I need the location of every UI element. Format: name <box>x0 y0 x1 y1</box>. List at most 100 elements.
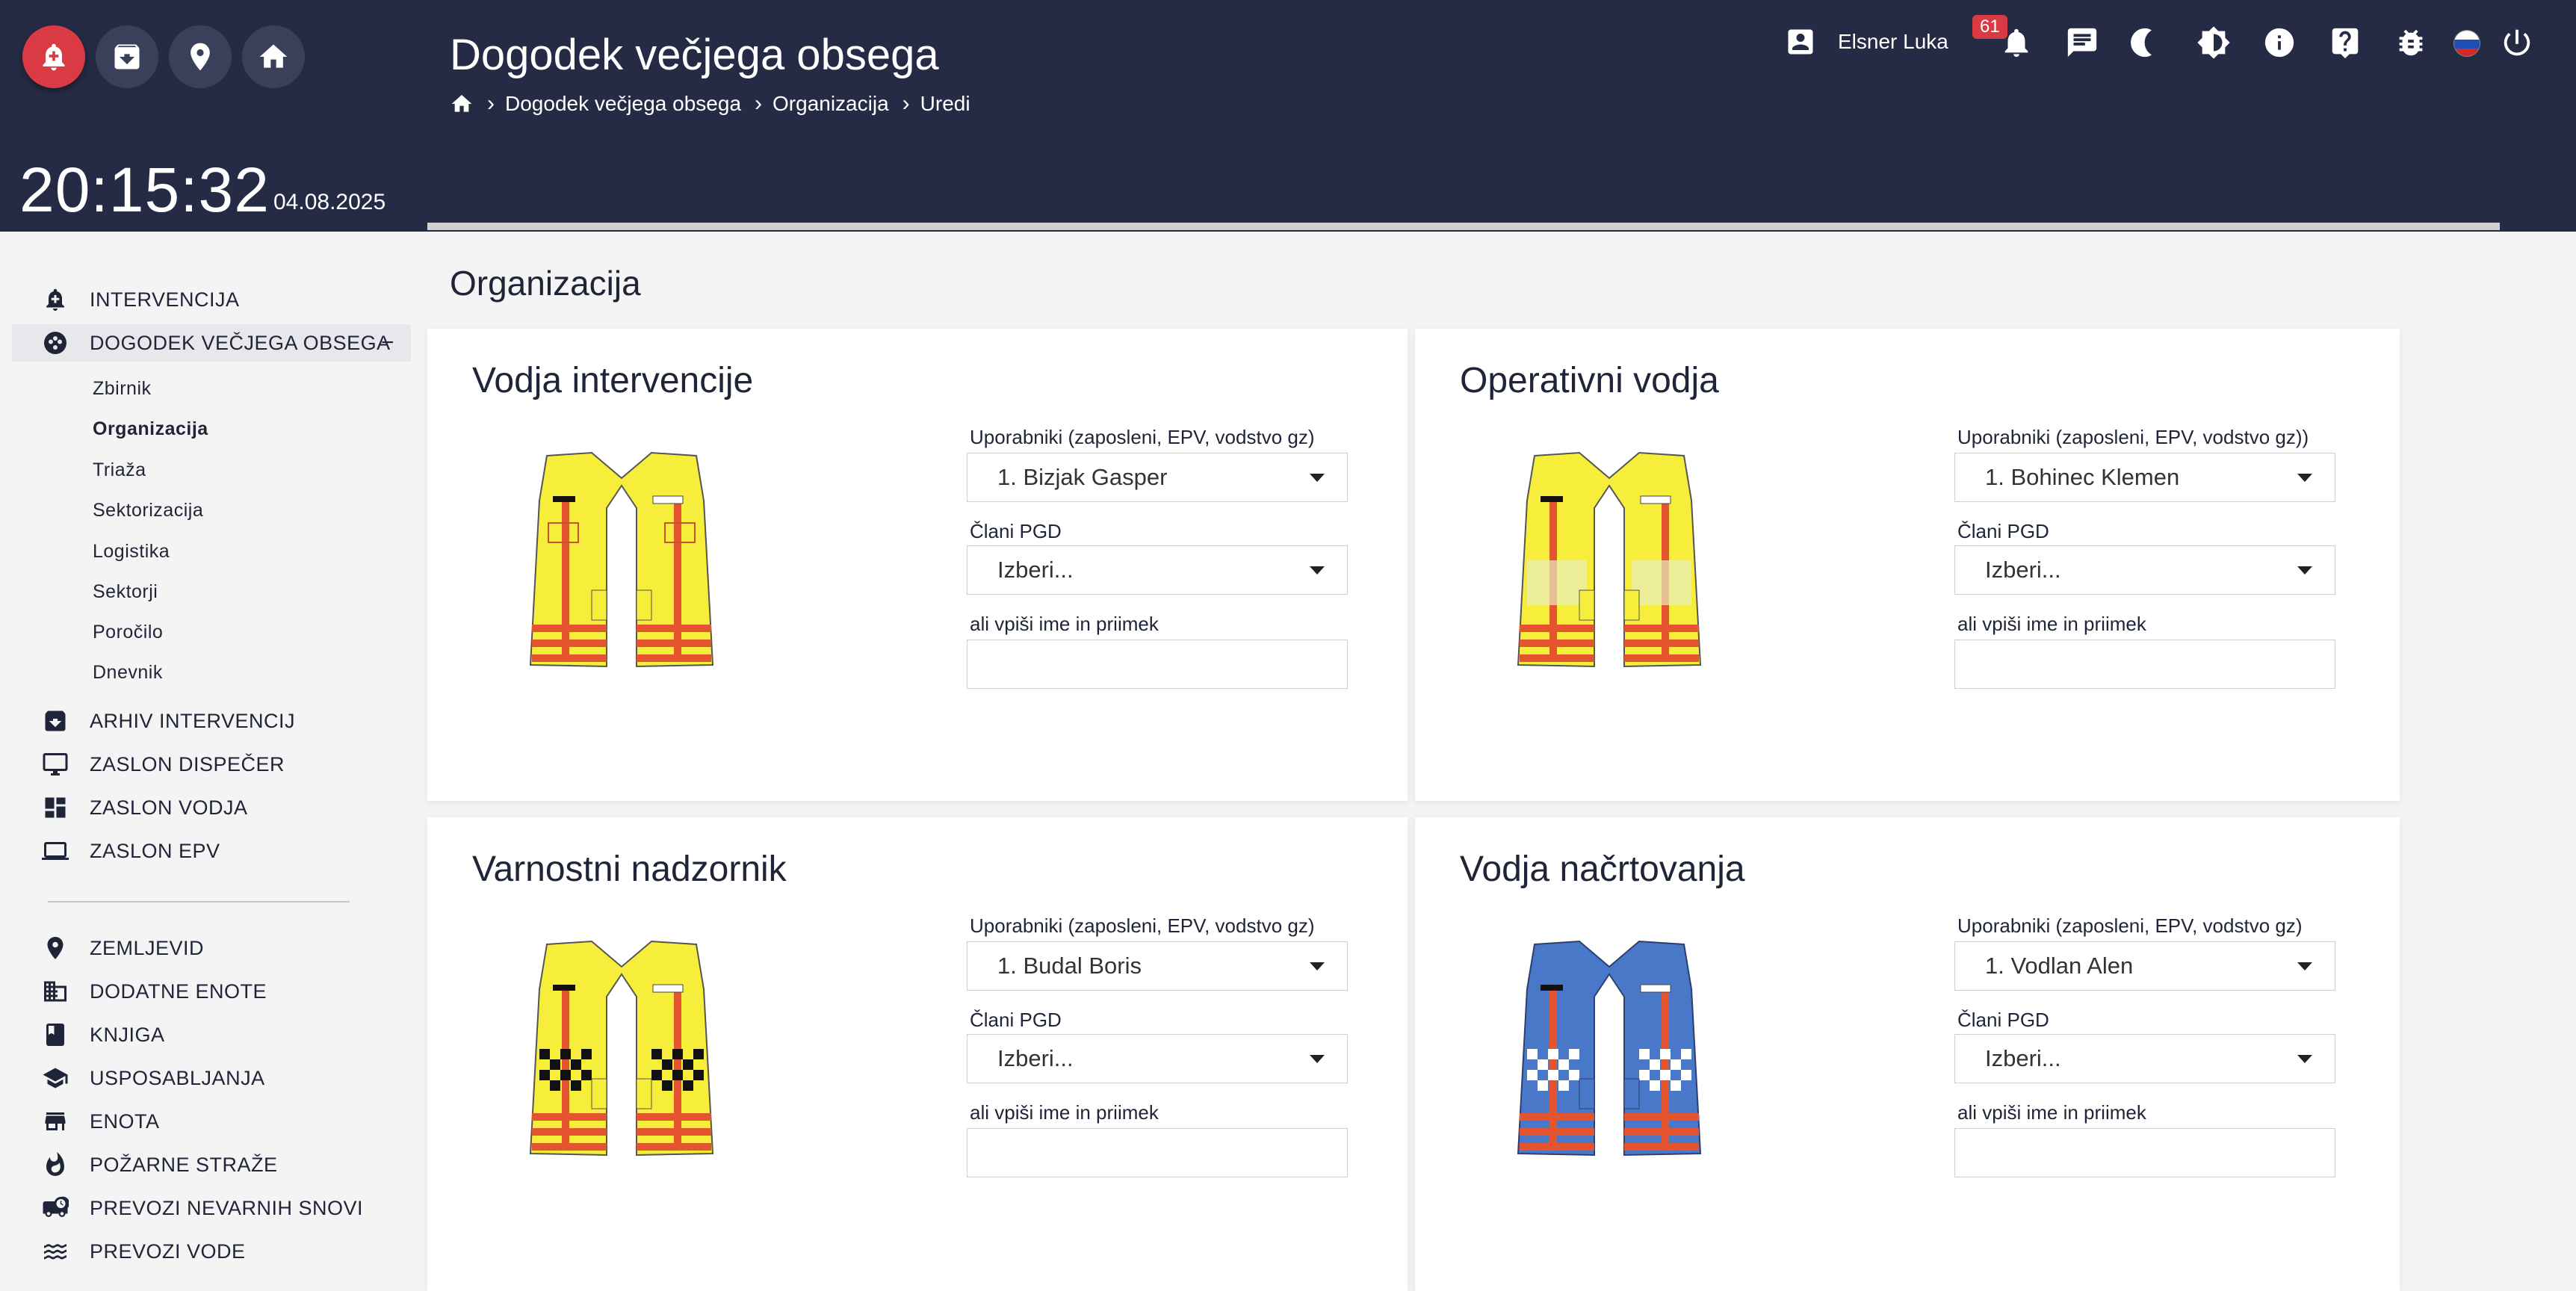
sidebar-item-label: ZEMLJEVID <box>90 936 205 959</box>
sidebar-subitem-triaza[interactable]: Triaža <box>93 459 146 481</box>
users-select[interactable]: 1. Bizjak Gasper <box>967 453 1348 502</box>
user-profile[interactable]: Elsner Luka <box>1784 25 1948 58</box>
logout-button[interactable] <box>2500 25 2534 60</box>
bug-report-button[interactable] <box>2394 25 2428 60</box>
pgd-select-value: Izberi... <box>997 1045 1074 1071</box>
breadcrumb-separator: › <box>487 91 495 116</box>
sidebar-subitem-zbirnik[interactable]: Zbirnik <box>93 378 152 400</box>
vest-image <box>529 451 714 668</box>
sidebar-item-label: KNJIGA <box>90 1023 165 1046</box>
sidebar-subitem-organizacija[interactable]: Organizacija <box>93 418 208 440</box>
sidebar-item-zaslon-vodja[interactable]: ZASLON VODJA <box>42 789 248 826</box>
sidebar-item-arhiv[interactable]: ARHIV INTERVENCIJ <box>42 702 295 740</box>
sidebar-subitem-sektorji[interactable]: Sektorji <box>93 581 158 603</box>
sidebar-item-enota[interactable]: ENOTA <box>42 1103 160 1140</box>
alarm-add-icon <box>43 43 65 71</box>
brightness-button[interactable] <box>2196 25 2231 60</box>
name-label: ali vpiši ime in priimek <box>1957 613 2146 635</box>
sidebar-item-zaslon-epv[interactable]: ZASLON EPV <box>42 832 220 870</box>
notification-badge: 61 <box>1972 15 2007 39</box>
sidebar-item-label: DOGODEK VEČJEGA OBSEGA <box>90 331 391 354</box>
collapse-icon[interactable]: − <box>381 330 394 356</box>
new-intervention-button[interactable] <box>22 25 85 88</box>
users-select-value: 1. Bohinec Klemen <box>1985 464 2180 490</box>
breadcrumb-item[interactable]: Organizacija <box>773 92 889 116</box>
role-card-vodja-nacrtovanja: Vodja načrtovanja Uporabniki (zaposleni,… <box>1415 817 2400 1291</box>
laptop-icon <box>42 842 69 860</box>
pgd-label: Člani PGD <box>970 520 1062 542</box>
users-select-value: 1. Vodlan Alen <box>1985 953 2134 979</box>
chat-button[interactable] <box>2065 25 2099 60</box>
sidebar-item-dodatne-enote[interactable]: DODATNE ENOTE <box>42 973 267 1010</box>
sidebar-item-pozarne-straze[interactable]: POŽARNE STRAŽE <box>42 1146 278 1183</box>
breadcrumb-item[interactable]: Dogodek večjega obsega <box>505 92 741 116</box>
breadcrumb-separator: › <box>902 91 910 116</box>
pgd-select[interactable]: Izberi... <box>1954 1034 2335 1083</box>
sidebar-item-label: DODATNE ENOTE <box>90 979 267 1003</box>
pgd-label: Člani PGD <box>1957 1009 2049 1031</box>
info-icon <box>2264 28 2294 58</box>
name-input[interactable] <box>967 640 1348 689</box>
users-label: Uporabniki (zaposleni, EPV, vodstvo gz) <box>970 426 1315 448</box>
users-select[interactable]: 1. Budal Boris <box>967 941 1348 991</box>
users-select[interactable]: 1. Vodlan Alen <box>1954 941 2335 991</box>
name-input[interactable] <box>1954 640 2335 689</box>
truck-icon <box>43 1196 69 1217</box>
map-button[interactable] <box>169 25 232 88</box>
caret-down-icon <box>1310 962 1325 970</box>
sidebar-item-label: USPOSABLJANJA <box>90 1066 265 1089</box>
home-button[interactable] <box>242 25 305 88</box>
monitor-icon <box>43 753 68 775</box>
pgd-select[interactable]: Izberi... <box>967 545 1348 595</box>
sidebar-item-prevozi-nevarnih[interactable]: PREVOZI NEVARNIH SNOVI <box>42 1189 363 1227</box>
card-title: Vodja načrtovanja <box>1460 849 1745 889</box>
sidebar-item-label: INTERVENCIJA <box>90 288 240 311</box>
name-label: ali vpiši ime in priimek <box>970 1101 1159 1124</box>
help-button[interactable] <box>2328 25 2362 60</box>
vest-image <box>529 940 714 1157</box>
users-label: Uporabniki (zaposleni, EPV, vodstvo gz) <box>1957 914 2303 937</box>
slovenia-flag-icon[interactable] <box>2453 30 2480 57</box>
user-name: Elsner Luka <box>1838 30 1948 53</box>
pgd-select-value: Izberi... <box>997 557 1074 583</box>
power-icon <box>2504 29 2530 56</box>
sidebar-item-zemljevid[interactable]: ZEMLJEVID <box>42 929 204 967</box>
vest-image <box>1517 940 1702 1157</box>
archive-button[interactable] <box>96 25 158 88</box>
caret-down-icon <box>2297 962 2312 970</box>
moon-icon <box>2131 28 2152 58</box>
name-input[interactable] <box>1954 1128 2335 1177</box>
sidebar-subitem-dnevnik[interactable]: Dnevnik <box>93 662 163 684</box>
pgd-select[interactable]: Izberi... <box>967 1034 1348 1083</box>
sidebar-item-usposabljanja[interactable]: USPOSABLJANJA <box>42 1059 265 1097</box>
dark-mode-button[interactable] <box>2131 25 2165 60</box>
clock: 20:15:32 <box>19 155 270 225</box>
map-pin-icon <box>191 43 210 71</box>
help-icon <box>2332 28 2359 59</box>
users-select-value: 1. Bizjak Gasper <box>997 464 1168 490</box>
sidebar-item-intervencija[interactable]: INTERVENCIJA <box>42 281 240 318</box>
sidebar-item-zaslon-dispecer[interactable]: ZASLON DISPEČER <box>42 746 285 783</box>
sidebar-subitem-logistika[interactable]: Logistika <box>93 541 170 563</box>
users-select[interactable]: 1. Bohinec Klemen <box>1954 453 2335 502</box>
sidebar-subitem-porocilo[interactable]: Poročilo <box>93 622 163 643</box>
users-label: Uporabniki (zaposleni, EPV, vodstvo gz) <box>970 914 1315 937</box>
role-card-operativni-vodja: Operativni vodja Uporabniki (zaposleni, … <box>1415 329 2400 801</box>
caret-down-icon <box>2297 1055 2312 1063</box>
sidebar: INTERVENCIJA DOGODEK VEČJEGA OBSEGA − Zb… <box>0 232 418 1291</box>
pgd-select[interactable]: Izberi... <box>1954 545 2335 595</box>
sidebar-item-knjiga[interactable]: KNJIGA <box>42 1016 165 1053</box>
archive-icon <box>114 44 140 69</box>
name-input[interactable] <box>967 1128 1348 1177</box>
sidebar-item-label: PREVOZI VODE <box>90 1239 246 1263</box>
sidebar-subitem-sektorizacija[interactable]: Sektorizacija <box>93 500 203 521</box>
sidebar-item-prevozi-vode[interactable]: PREVOZI VODE <box>42 1233 246 1270</box>
section-title: Organizacija <box>450 264 641 303</box>
sidebar-item-dogodek[interactable]: DOGODEK VEČJEGA OBSEGA − <box>12 324 411 362</box>
caret-down-icon <box>2297 474 2312 482</box>
card-title: Operativni vodja <box>1460 361 1719 400</box>
graduation-icon <box>43 1068 68 1089</box>
breadcrumb-home-icon[interactable] <box>450 92 474 116</box>
info-button[interactable] <box>2262 25 2297 60</box>
page-title: Dogodek večjega obsega <box>450 31 939 79</box>
